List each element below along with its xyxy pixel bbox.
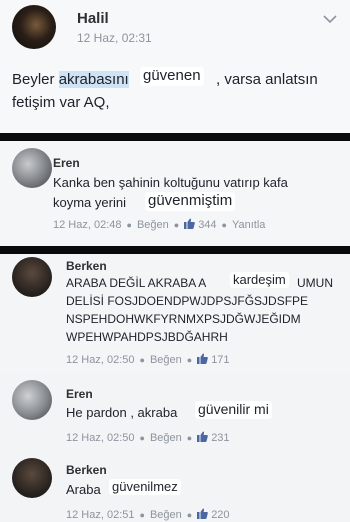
comment-author-name[interactable]: Eren — [53, 156, 80, 170]
comment-text-line4: WPEHWPAHDPSJBDĞAHRH — [66, 330, 228, 344]
comment-card-1: Eren Kanka ben şahinin koltuğunu vatırıp… — [0, 141, 350, 246]
comment-meta: 12 Haz, 02:50 ● Beğen ● 171 — [66, 353, 230, 367]
comment-time[interactable]: 12 Haz, 02:50 — [66, 354, 135, 366]
post-avatar[interactable] — [12, 5, 56, 49]
comment-text: He pardon , akraba — [66, 405, 178, 420]
divider-1 — [0, 133, 350, 141]
comment-author-name[interactable]: Berken — [66, 463, 107, 477]
comment-text-line1: Kanka ben şahinin koltuğunu vatırıp kafa — [53, 175, 288, 190]
comment-avatar[interactable] — [12, 148, 52, 188]
reply-button[interactable]: Yanıtla — [232, 219, 265, 231]
comment-overlay-word: güvenilir mi — [195, 401, 272, 419]
comment-time[interactable]: 12 Haz, 02:48 — [53, 219, 122, 231]
post-author-name[interactable]: Halil — [77, 10, 109, 27]
like-button[interactable]: Beğen — [150, 509, 182, 521]
like-count: 344 — [198, 219, 217, 231]
post-overlay-word: güvenen — [140, 67, 204, 86]
comment-text-line1: ARABA DEĞİL AKRABA A — [66, 276, 206, 290]
comment-avatar[interactable] — [12, 380, 52, 420]
post-text-end: , varsa anlatsın — [216, 71, 318, 88]
comment-author-name[interactable]: Eren — [66, 387, 93, 401]
like-count: 231 — [211, 432, 230, 444]
comment-text-line2: DELİSİ FOSJDOENDPWJDPSJFĞSJDSFPE — [66, 294, 309, 308]
comment-overlay-word: güvenilmez — [109, 479, 181, 496]
comment-overlay-word: kardeşim — [230, 272, 289, 289]
comment-avatar[interactable] — [12, 458, 52, 498]
comment-meta: 12 Haz, 02:51 ● Beğen ● 220 — [66, 508, 230, 522]
comment-text: Araba — [66, 482, 101, 497]
chevron-down-icon[interactable] — [322, 12, 338, 24]
comment-card-2: Berken ARABA DEĞİL AKRABA A kardeşim UMU… — [0, 254, 350, 374]
comment-meta: 12 Haz, 02:50 ● Beğen ● 231 — [66, 431, 230, 445]
divider-2 — [0, 246, 350, 254]
comment-meta: 12 Haz, 02:48 ● Beğen ● 344 ● Yanıtla — [53, 218, 266, 232]
post-text-line1: Beyler akrabasını — [12, 71, 129, 89]
like-button[interactable]: Beğen — [150, 432, 182, 444]
comment-text-start: ARABA DEĞİL AKRABA A — [66, 276, 207, 290]
thumbs-up-icon — [197, 431, 209, 445]
thumbs-up-icon — [197, 508, 209, 522]
comment-text-line2: koyma yerini — [53, 195, 126, 210]
comment-author-name[interactable]: Berken — [66, 259, 107, 273]
comment-avatar[interactable] — [12, 257, 52, 297]
thumbs-up-icon — [184, 218, 196, 232]
thumbs-up-icon — [197, 353, 209, 367]
post-timestamp[interactable]: 12 Haz, 02:31 — [77, 31, 152, 45]
post-card: Halil 12 Haz, 02:31 Beyler akrabasını gü… — [0, 0, 350, 133]
post-text-start: Beyler — [12, 71, 59, 88]
like-count: 171 — [211, 354, 230, 366]
comment-time[interactable]: 12 Haz, 02:51 — [66, 509, 135, 521]
comment-card-3: Eren He pardon , akraba güvenilir mi 12 … — [0, 374, 350, 452]
like-count: 220 — [211, 509, 230, 521]
comment-text-end: UMUN — [297, 276, 333, 290]
post-highlight: akrabasını — [58, 71, 129, 88]
comment-text-line3: NSPEHDOHWKFYRNMXPSJDĞWJEĞIDM — [66, 312, 301, 326]
comment-card-4: Berken Araba güvenilmez 12 Haz, 02:51 ● Be… — [0, 452, 350, 522]
post-text-line2: fetişim var AQ, — [12, 94, 110, 111]
comment-time[interactable]: 12 Haz, 02:50 — [66, 432, 135, 444]
like-button[interactable]: Beğen — [150, 354, 182, 366]
comment-overlay-word: güvenmiştim — [145, 192, 236, 211]
like-button[interactable]: Beğen — [137, 219, 169, 231]
